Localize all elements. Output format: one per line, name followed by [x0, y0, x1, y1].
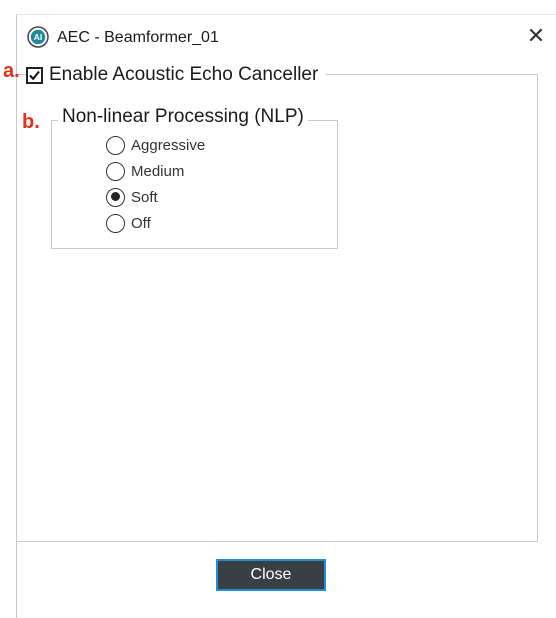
annotation-a: a. — [3, 60, 20, 82]
radio-button[interactable] — [106, 213, 125, 233]
annotation-b: b. — [22, 111, 40, 133]
enable-aec-checkbox[interactable] — [26, 66, 43, 84]
nlp-option-off[interactable]: Off — [106, 210, 205, 236]
nlp-option-aggressive[interactable]: Aggressive — [106, 132, 205, 158]
radio-label: Aggressive — [131, 136, 206, 154]
close-button[interactable]: Close — [216, 559, 326, 591]
svg-text:AI: AI — [34, 32, 43, 42]
window-title: AEC - Beamformer_01 — [57, 29, 219, 46]
checkmark-icon — [29, 70, 40, 80]
radio-label: Soft — [131, 188, 158, 206]
nlp-group-title: Non-linear Processing (NLP) — [58, 106, 308, 128]
title-bar: AI AEC - Beamformer_01 ✕ — [17, 15, 556, 63]
enable-aec-label: Enable Acoustic Echo Canceller — [49, 64, 319, 85]
radio-button[interactable] — [106, 161, 125, 181]
radio-button[interactable] — [106, 135, 125, 155]
radio-label: Medium — [131, 162, 185, 180]
radio-label: Off — [131, 214, 151, 232]
radio-button[interactable] — [106, 187, 125, 207]
close-window-icon[interactable]: ✕ — [523, 23, 549, 49]
enable-aec-row[interactable]: Enable Acoustic Echo Canceller — [26, 62, 327, 88]
nlp-radio-list: Aggressive Medium Soft Off — [106, 132, 205, 236]
ai-logo-icon: AI — [27, 26, 49, 48]
nlp-option-soft[interactable]: Soft — [106, 184, 205, 210]
nlp-option-medium[interactable]: Medium — [106, 158, 205, 184]
